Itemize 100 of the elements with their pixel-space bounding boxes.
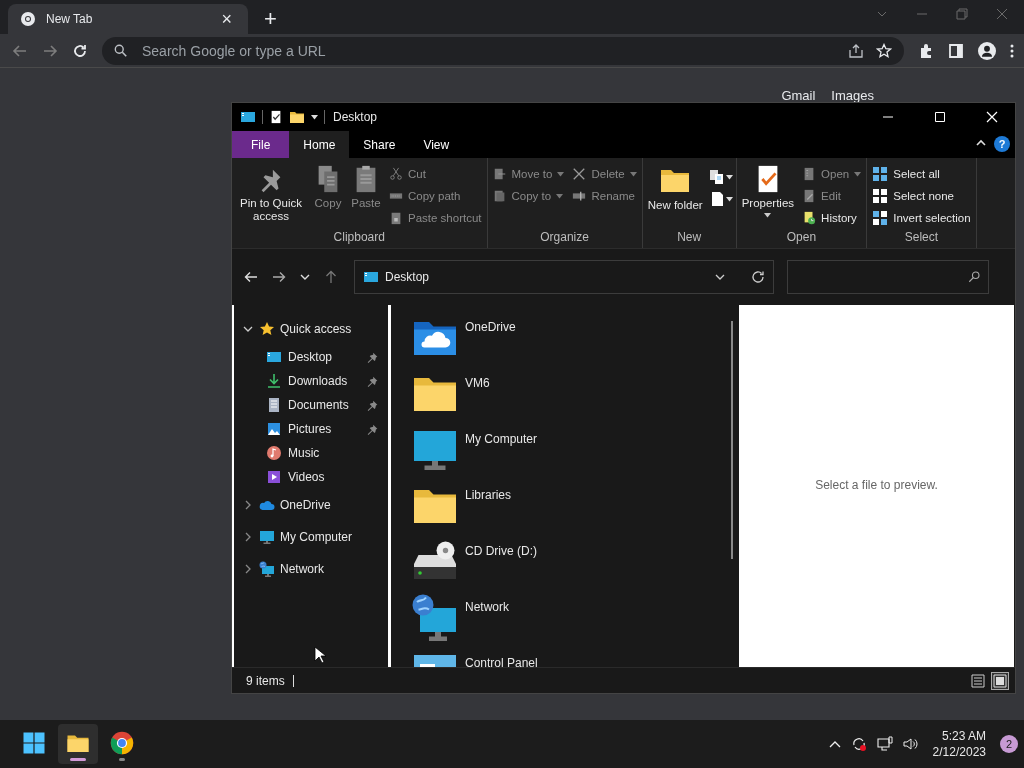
scrollbar[interactable] <box>731 321 733 559</box>
file-item[interactable]: Control Panel <box>411 649 739 667</box>
new-tab-button[interactable]: + <box>260 8 281 30</box>
extensions-icon[interactable] <box>918 42 934 59</box>
search-icon <box>968 271 980 283</box>
select-none-icon <box>872 188 889 204</box>
windows-logo-icon <box>22 730 46 755</box>
window-title: Desktop <box>333 110 379 124</box>
music-icon <box>266 445 282 461</box>
nav-item[interactable]: Documents <box>234 393 388 417</box>
caret-icon <box>725 174 733 180</box>
large-icons-view-button[interactable] <box>991 671 1009 690</box>
search-field[interactable] <box>787 260 989 294</box>
explorer-taskbar-button[interactable] <box>58 724 98 764</box>
group-label: Select <box>903 229 940 246</box>
group-label: Organize <box>539 229 590 246</box>
file-item[interactable]: My Computer <box>411 425 739 481</box>
network-icon <box>411 593 459 641</box>
star-icon <box>259 321 275 337</box>
ribbon-button[interactable]: Pin to Quick access <box>234 162 308 228</box>
desktop-icon <box>266 349 282 365</box>
list-icon <box>971 673 985 688</box>
nav-item[interactable]: Desktop <box>234 345 388 369</box>
nav-item[interactable]: My Computer <box>234 521 388 553</box>
desktop-icon <box>240 109 256 125</box>
search-icon <box>114 43 128 58</box>
scissors-icon <box>389 167 403 181</box>
forward-icon[interactable] <box>42 42 58 59</box>
nav-item[interactable]: Downloads <box>234 369 388 393</box>
ribbon-tab[interactable]: Share <box>349 131 410 158</box>
caret-icon <box>557 171 565 177</box>
refresh-icon[interactable] <box>751 270 765 284</box>
file-item[interactable]: CD Drive (D:) <box>411 537 739 593</box>
network-icon[interactable] <box>876 736 893 752</box>
pin-icon <box>367 375 378 387</box>
chevron-up-icon[interactable] <box>828 740 841 748</box>
nav-item[interactable]: Videos <box>234 465 388 489</box>
group-label: New <box>676 229 703 246</box>
nav-item[interactable]: Network <box>234 553 388 585</box>
rename-icon <box>572 189 587 203</box>
nav-item[interactable]: Music <box>234 441 388 465</box>
profile-icon[interactable] <box>978 41 996 60</box>
move-to-icon <box>492 167 507 181</box>
sync-icon[interactable] <box>850 736 867 752</box>
ribbon-button[interactable]: Select all <box>869 164 974 184</box>
ribbon-button[interactable]: Select none <box>869 186 974 206</box>
menu-icon[interactable] <box>1010 42 1014 59</box>
ribbon-tab[interactable]: File <box>232 131 290 158</box>
up-icon[interactable] <box>324 270 338 284</box>
top-link[interactable]: Gmail <box>781 88 816 103</box>
file-item[interactable]: Libraries <box>411 481 739 537</box>
video-icon <box>266 469 282 485</box>
preview-message: Select a file to preview. <box>815 478 938 492</box>
pin-icon <box>367 399 378 411</box>
forward-icon[interactable] <box>272 270 286 284</box>
nav-item[interactable]: Quick access <box>234 313 388 345</box>
ribbon-tab[interactable]: Home <box>289 131 350 158</box>
nav-item[interactable]: OneDrive <box>234 489 388 521</box>
file-item[interactable]: OneDrive <box>411 313 739 369</box>
bookmark-star-icon[interactable] <box>876 42 892 59</box>
copy-to-icon <box>492 189 507 203</box>
volume-icon[interactable] <box>902 736 919 752</box>
top-link[interactable]: Images <box>831 88 874 103</box>
ribbon-button[interactable]: Properties <box>738 162 798 228</box>
group-label: Clipboard <box>332 229 386 246</box>
address-field[interactable]: Desktop <box>354 260 774 294</box>
details-view-button[interactable] <box>969 671 987 690</box>
download-icon <box>266 373 282 389</box>
side-panel-icon[interactable] <box>948 42 964 59</box>
omnibox[interactable]: Search Google or type a URL <box>102 36 904 65</box>
documents-icon <box>708 169 725 185</box>
caret-icon <box>725 196 733 202</box>
collapse-ribbon-icon[interactable] <box>976 139 986 147</box>
caret-icon <box>764 213 772 218</box>
back-icon[interactable] <box>244 270 258 284</box>
browser-tab[interactable]: New Tab × <box>8 4 248 34</box>
history-icon <box>802 211 817 225</box>
ribbon-button[interactable]: Invert selection <box>869 208 974 228</box>
share-icon[interactable] <box>848 42 864 59</box>
chevron-down-icon <box>715 273 725 281</box>
cursor-icon <box>314 646 326 664</box>
desktop-icon <box>363 269 379 285</box>
notification-badge[interactable]: 2 <box>1000 735 1018 753</box>
file-item[interactable]: VM6 <box>411 369 739 425</box>
close-tab-button[interactable]: × <box>217 10 236 28</box>
select-all-icon <box>872 166 889 182</box>
reload-icon[interactable] <box>72 42 88 59</box>
maximize-icon[interactable] <box>935 112 945 122</box>
ribbon-tab[interactable]: View <box>409 131 464 158</box>
file-item[interactable]: Network <box>411 593 739 649</box>
pin-icon <box>367 423 378 435</box>
recent-locations-icon[interactable] <box>300 273 310 281</box>
clock[interactable]: 5:23 AM 2/12/2023 <box>928 728 990 760</box>
pin-icon <box>367 351 378 363</box>
ribbon-button[interactable]: New folder <box>644 162 706 228</box>
help-button[interactable]: ? <box>994 136 1010 152</box>
new-item-button[interactable] <box>707 168 734 186</box>
tab-title: New Tab <box>46 12 94 26</box>
ribbon-button[interactable]: History <box>799 208 865 228</box>
nav-item[interactable]: Pictures <box>234 417 388 441</box>
